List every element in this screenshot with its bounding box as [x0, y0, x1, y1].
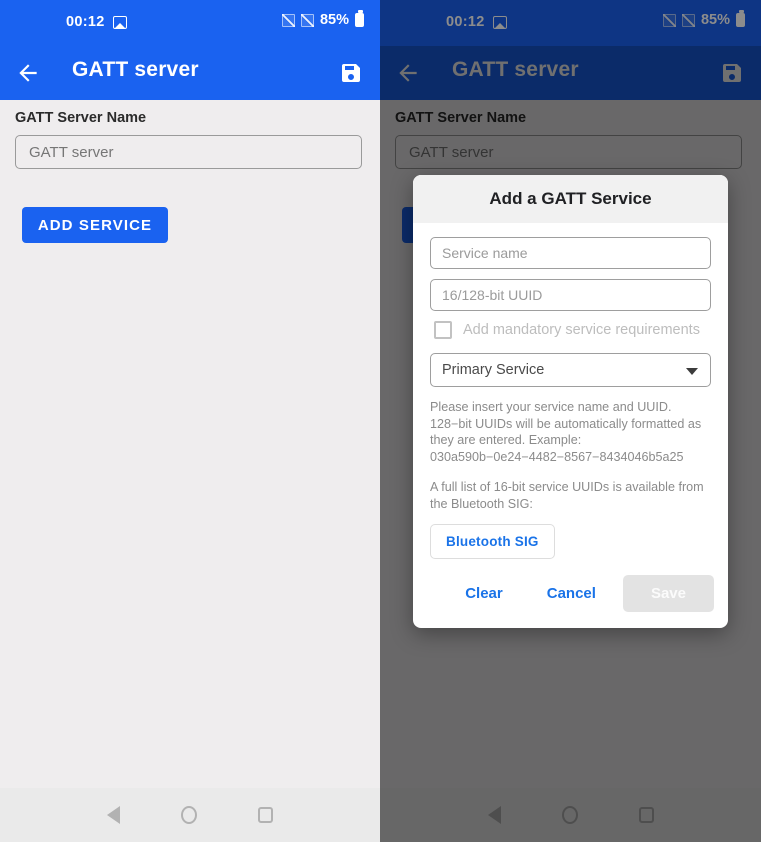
nav-home-icon[interactable] — [181, 806, 197, 824]
service-type-selected-value: Primary Service — [442, 362, 545, 378]
dialog-header: Add a GATT Service — [413, 175, 728, 223]
no-signal-icon — [281, 13, 295, 27]
nav-recents-icon[interactable] — [258, 807, 273, 823]
chevron-down-icon — [686, 368, 698, 375]
battery-icon — [355, 10, 364, 27]
status-bar: 00:12 85% — [0, 0, 380, 46]
status-bar-right: 85% — [281, 10, 364, 28]
dialog-title: Add a GATT Service — [489, 189, 652, 208]
image-icon — [113, 16, 127, 29]
screen-left: 00:12 85% GATT server GATT Server Name A… — [0, 0, 380, 842]
dialog-help-text: Please insert your service name and UUID… — [430, 400, 702, 464]
system-nav-bar — [0, 788, 380, 842]
dialog-scrim-status — [380, 0, 761, 46]
mandatory-requirements-checkbox[interactable] — [434, 321, 452, 339]
mandatory-requirements-label: Add mandatory service requirements — [463, 322, 700, 338]
clear-button[interactable]: Clear — [448, 575, 520, 612]
gatt-server-name-input[interactable] — [15, 135, 362, 169]
screen-right: 00:12 85% GATT server GATT Server Name A… — [380, 0, 761, 842]
dialog-body: Add mandatory service requirements Prima… — [413, 223, 728, 559]
no-signal-icon-2 — [300, 13, 314, 27]
mandatory-requirements-row[interactable]: Add mandatory service requirements — [434, 321, 711, 339]
battery-percent: 85% — [319, 12, 349, 28]
dialog-help-text-2: A full list of 16-bit service UUIDs is a… — [430, 480, 704, 511]
save-floppy-icon[interactable] — [339, 61, 363, 85]
content-area: GATT Server Name ADD SERVICE — [0, 100, 380, 842]
page-title: GATT server — [72, 58, 199, 81]
cancel-button[interactable]: Cancel — [530, 575, 613, 612]
back-arrow-icon[interactable] — [15, 60, 41, 86]
gatt-server-name-label: GATT Server Name — [15, 110, 147, 126]
add-service-button[interactable]: ADD SERVICE — [22, 207, 168, 243]
app-bar: GATT server — [0, 46, 380, 100]
nav-back-icon[interactable] — [107, 806, 120, 824]
screenshot-root: 00:12 85% GATT server GATT Server Name A… — [0, 0, 761, 842]
save-button: Save — [622, 575, 714, 612]
service-name-input[interactable] — [430, 237, 711, 269]
dialog-actions: Clear Cancel Save — [413, 559, 728, 628]
uuid-input[interactable] — [430, 279, 711, 311]
add-gatt-service-dialog: Add a GATT Service Add mandatory service… — [413, 175, 728, 628]
status-bar-time: 00:12 — [66, 14, 105, 30]
service-type-select[interactable]: Primary Service — [430, 353, 711, 387]
bluetooth-sig-button[interactable]: Bluetooth SIG — [430, 524, 555, 559]
